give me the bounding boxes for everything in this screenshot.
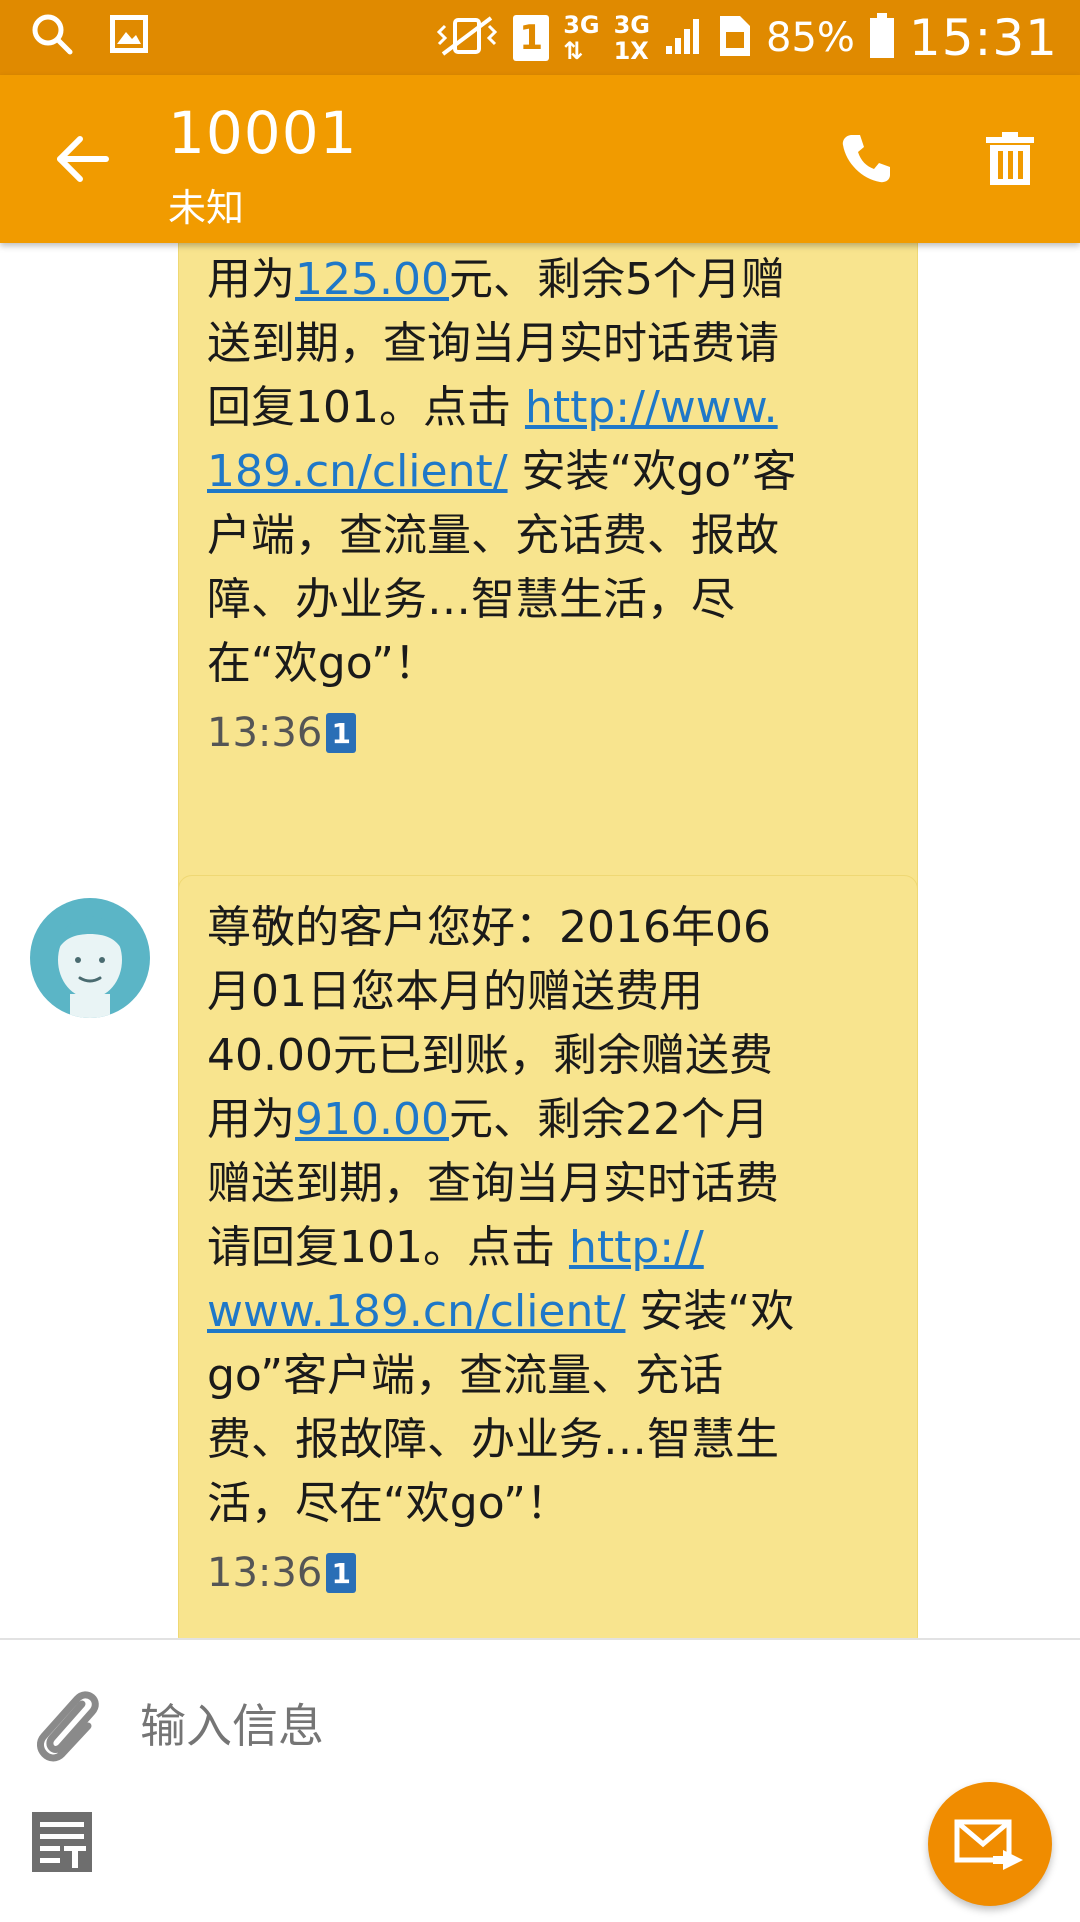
contact-number: 10001 — [168, 99, 358, 167]
phone-icon — [842, 135, 890, 183]
arrow-left-icon — [57, 136, 109, 182]
search-icon — [30, 12, 74, 60]
message-meta: 13:36 1 — [207, 710, 887, 756]
trash-icon — [986, 132, 1034, 185]
message-list[interactable]: 25.00元已到账，剩余赠送费 用为125.00元、剩余5个月赠 送到期，查询当… — [0, 243, 1080, 1638]
message-time: 13:36 — [207, 1550, 323, 1596]
sim-card-icon — [716, 14, 752, 62]
text-template-button[interactable] — [30, 1810, 100, 1880]
vibrate-mute-icon — [435, 14, 499, 62]
message-bubble[interactable]: 尊敬的客户您好：2016年06 月01日您本月的赠送费用 40.00元已到账，剩… — [178, 875, 918, 1638]
send-button[interactable] — [928, 1782, 1052, 1906]
call-button[interactable] — [838, 131, 894, 187]
contact-label: 未知 — [168, 186, 245, 230]
gallery-icon — [108, 13, 150, 59]
sim-1-icon: 1 — [326, 713, 357, 753]
amount-link[interactable]: 910.00 — [295, 1094, 449, 1145]
message-text: 尊敬的客户您好：2016年06 月01日您本月的赠送费用 40.00元已到账，剩… — [207, 876, 887, 1536]
contact-avatar[interactable] — [30, 898, 150, 1018]
battery-icon — [869, 13, 895, 63]
text-template-icon — [32, 1812, 92, 1872]
delete-button[interactable] — [982, 131, 1038, 187]
sim-slot-badge: 1 — [513, 15, 550, 61]
paperclip-icon — [37, 1691, 99, 1762]
amount-link[interactable]: 125.00 — [295, 254, 449, 305]
conversation-header: 10001 未知 — [0, 75, 1080, 243]
network-type-2: 3G 1X — [613, 11, 650, 65]
person-avatar-icon — [58, 916, 122, 1018]
message-input[interactable] — [138, 1680, 942, 1772]
message-time: 13:36 — [207, 710, 323, 756]
message-text: 25.00元已到账，剩余赠送费 用为125.00元、剩余5个月赠 送到期，查询当… — [207, 243, 887, 696]
clock: 15:31 — [908, 9, 1058, 67]
back-button[interactable] — [52, 127, 116, 191]
battery-percent: 85% — [766, 15, 855, 61]
message-composer — [0, 1638, 1080, 1922]
network-type-1: 3G ⇅ — [563, 11, 600, 65]
status-bar: 1 3G ⇅ 3G 1X 85% 15:31 — [0, 0, 1080, 75]
send-mail-icon — [954, 1819, 1023, 1870]
message-meta: 13:36 1 — [207, 1550, 887, 1596]
signal-icon — [664, 16, 702, 60]
sim-1-icon: 1 — [326, 1553, 357, 1593]
attach-button[interactable] — [30, 1682, 104, 1772]
